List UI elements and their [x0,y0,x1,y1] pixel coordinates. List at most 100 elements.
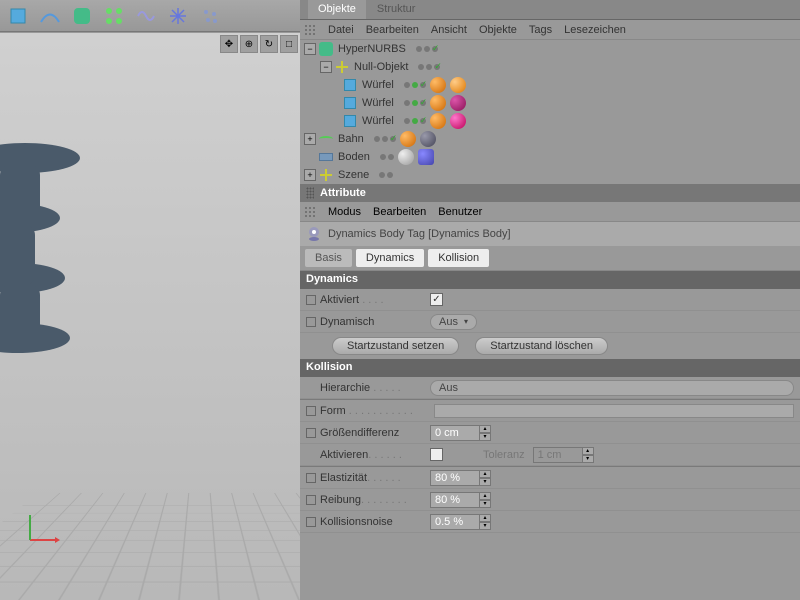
menu-objects[interactable]: Objekte [479,24,517,36]
subtab-kollision[interactable]: Kollision [427,248,490,268]
tolerance-label: Toleranz [483,449,525,461]
viewport-model [0,93,90,393]
elasticity-input[interactable] [430,470,480,486]
tree-label: Würfel [362,115,394,127]
label: Aktivieren [320,449,368,461]
tree-label: Null-Objekt [354,61,408,73]
tree-cube-3[interactable]: Würfel [300,112,800,130]
expand-icon[interactable]: − [320,61,332,73]
tab-structure[interactable]: Struktur [367,0,427,19]
tool-deform[interactable] [130,2,162,30]
friction-input[interactable] [430,492,480,508]
prop-activated: Aktiviert . . . . [300,289,800,311]
expand-icon[interactable]: + [304,133,316,145]
prop-hierarchy: Hierarchie . . . . . Aus [300,377,800,399]
tab-objects[interactable]: Objekte [308,0,367,19]
tree-cube-2[interactable]: Würfel [300,94,800,112]
dynamic-dropdown[interactable]: Aus▾ [430,314,477,330]
tree-floor[interactable]: Boden [300,148,800,166]
prop-friction: Reibung. . . . . . . . ▴▾ [300,489,800,511]
prop-sizediff: Größendifferenz ▴▾ [300,422,800,444]
tool-array[interactable] [98,2,130,30]
menu-edit[interactable]: Bearbeiten [366,24,419,36]
label: Elastizität [320,472,367,484]
grip-icon[interactable] [306,187,314,199]
grip-icon[interactable] [304,206,316,218]
activated-checkbox[interactable] [430,293,443,306]
cube-icon [344,79,356,91]
tree-hypernurbs[interactable]: − HyperNURBS [300,40,800,58]
tool-scene[interactable] [162,2,194,30]
delete-start-state-button[interactable]: Startzustand löschen [475,337,608,355]
material-ball[interactable] [430,113,446,129]
hierarchy-dropdown[interactable]: Aus [430,380,794,396]
tool-cube[interactable] [2,2,34,30]
viewport-3d[interactable]: ✥ ⊕ ↻ □ [0,33,300,600]
vp-max-icon[interactable]: □ [280,35,298,53]
group-dynamics: Dynamics [300,271,800,289]
menu-file[interactable]: Datei [328,24,354,36]
lock-icon[interactable] [306,495,316,505]
lock-icon[interactable] [306,473,316,483]
panel-tabs: Objekte Struktur [300,0,800,20]
tolerance-input [533,447,583,463]
prop-dynamic: Dynamisch Aus▾ [300,311,800,333]
lock-icon[interactable] [306,317,316,327]
tree-scene[interactable]: + Szene [300,166,800,184]
dynamics-tag-icon[interactable] [418,149,434,165]
material-ball[interactable] [398,149,414,165]
form-dropdown[interactable] [434,404,794,418]
spinner[interactable]: ▴▾ [479,425,491,441]
noise-input[interactable] [430,514,480,530]
expand-icon[interactable]: + [304,169,316,181]
material-ball[interactable] [400,131,416,147]
menu-edit[interactable]: Bearbeiten [373,206,426,218]
main-toolbar [0,0,300,32]
prop-form: Form . . . . . . . . . . . [300,400,800,422]
activate-checkbox[interactable] [430,448,443,461]
lock-icon[interactable] [306,428,316,438]
tool-nurbs[interactable] [66,2,98,30]
material-ball[interactable] [430,95,446,111]
material-ball[interactable] [450,77,466,93]
floor-icon [319,153,333,161]
menu-view[interactable]: Ansicht [431,24,467,36]
menu-tags[interactable]: Tags [529,24,552,36]
sizediff-input[interactable] [430,425,480,441]
material-ball[interactable] [450,113,466,129]
lock-icon[interactable] [306,406,316,416]
menu-user[interactable]: Benutzer [438,206,482,218]
label: Form [320,405,346,417]
tool-particle[interactable] [194,2,226,30]
tool-spline[interactable] [34,2,66,30]
tree-spline[interactable]: + Bahn [300,130,800,148]
spinner[interactable]: ▴▾ [479,514,491,530]
null-icon [320,174,332,176]
vp-zoom-icon[interactable]: ⊕ [240,35,258,53]
nurbs-icon [319,42,333,56]
expand-icon[interactable]: − [304,43,316,55]
menu-bookmarks[interactable]: Lesezeichen [564,24,626,36]
spinner: ▴▾ [582,447,594,463]
vp-pan-icon[interactable]: ✥ [220,35,238,53]
tree-nullobject[interactable]: − Null-Objekt [300,58,800,76]
subtab-basis[interactable]: Basis [304,248,353,268]
axis-gizmo [20,510,60,550]
spinner[interactable]: ▴▾ [479,470,491,486]
tree-label: HyperNURBS [338,43,406,55]
lock-icon[interactable] [306,517,316,527]
subtab-dynamics[interactable]: Dynamics [355,248,425,268]
spinner[interactable]: ▴▾ [479,492,491,508]
material-ball[interactable] [420,131,436,147]
spline-icon [319,136,333,142]
material-ball[interactable] [450,95,466,111]
group-kollision: Kollision [300,359,800,377]
menu-mode[interactable]: Modus [328,206,361,218]
object-tree[interactable]: − HyperNURBS − Null-Objekt Würfel Würfel [300,40,800,184]
grip-icon[interactable] [304,24,316,36]
material-ball[interactable] [430,77,446,93]
vp-rotate-icon[interactable]: ↻ [260,35,278,53]
tree-cube-1[interactable]: Würfel [300,76,800,94]
lock-icon[interactable] [306,295,316,305]
set-start-state-button[interactable]: Startzustand setzen [332,337,459,355]
